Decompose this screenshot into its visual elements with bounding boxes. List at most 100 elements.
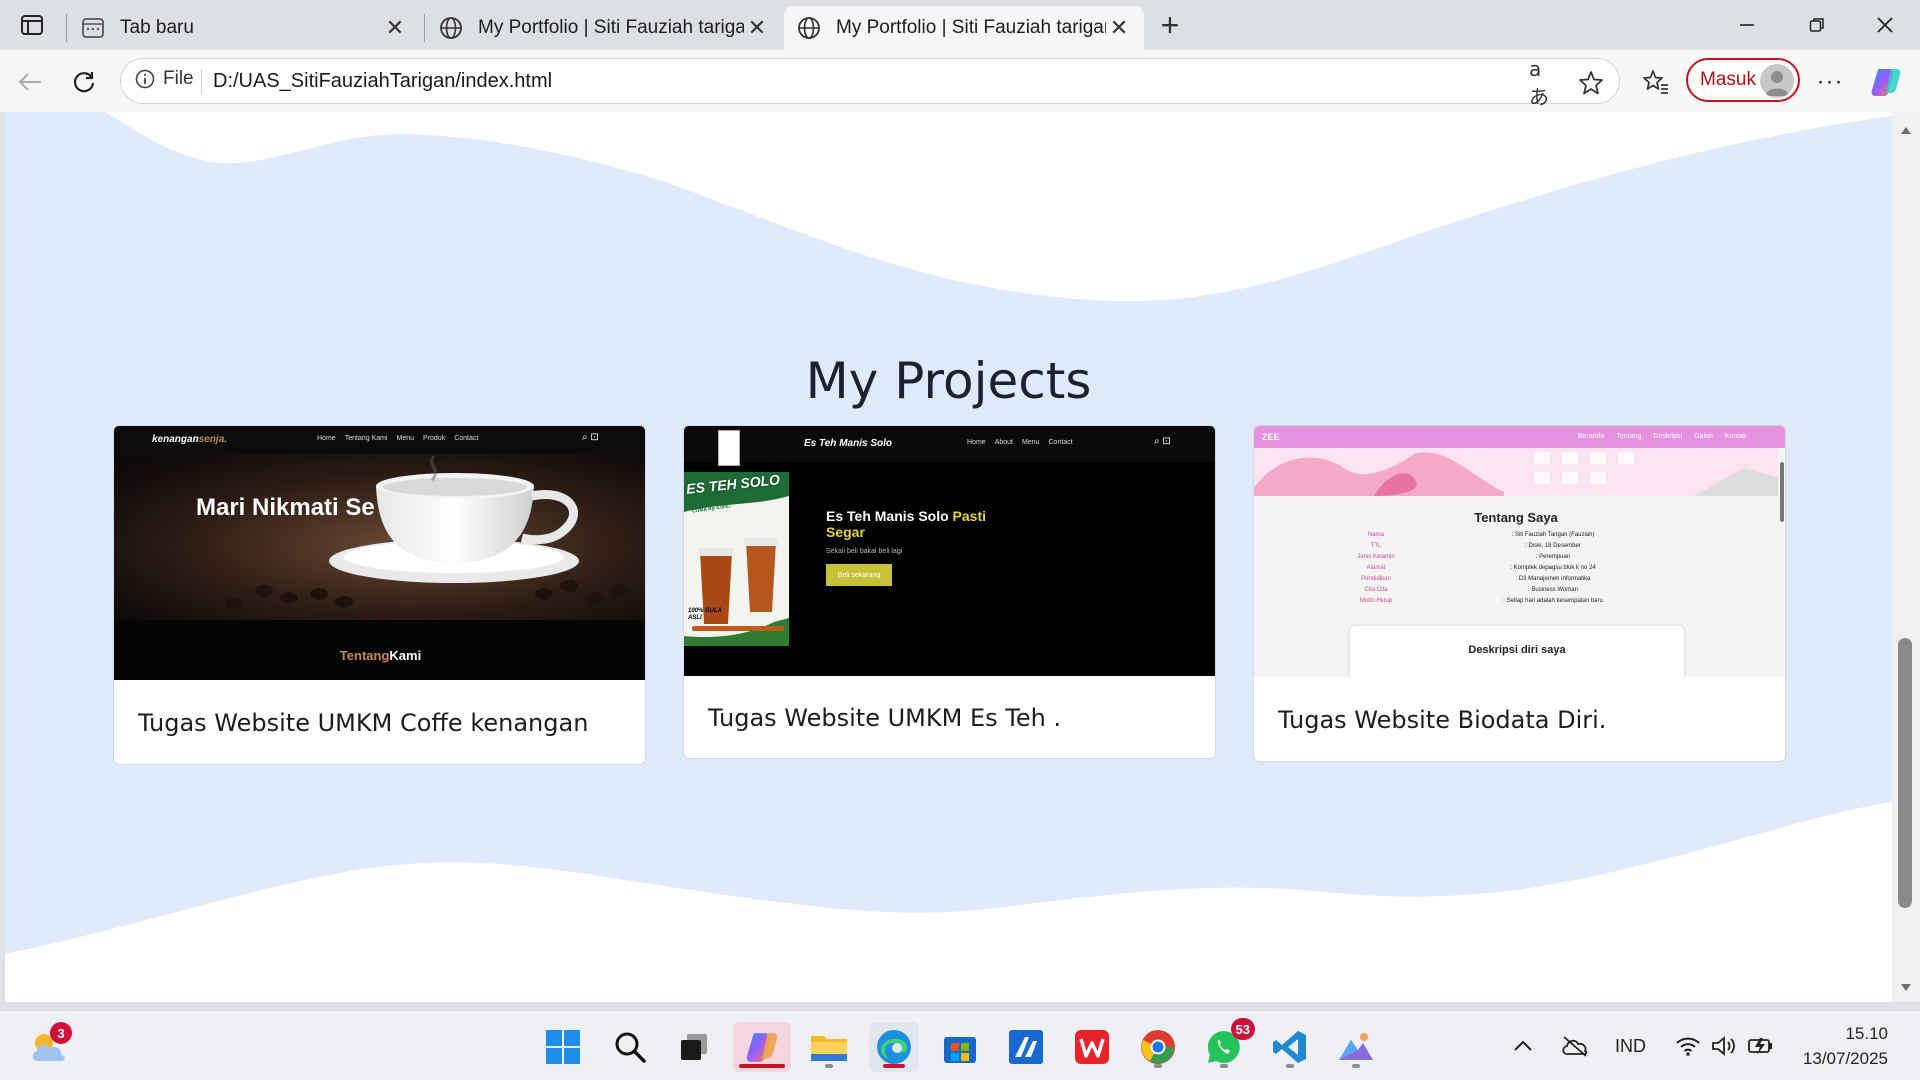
weather-badge: 3 [50, 1022, 72, 1044]
refresh-button[interactable] [64, 62, 104, 102]
clock[interactable]: 15.10 13/07/2025 [1803, 1021, 1888, 1071]
project-card-coffee[interactable]: kenangansenja. Home Tentang Kami Menu Produ… [113, 425, 646, 765]
globe-icon [796, 15, 822, 41]
start-button[interactable] [538, 1022, 588, 1072]
globe-icon [438, 15, 464, 41]
section-title: My Projects [805, 352, 1092, 410]
restore-icon [1809, 18, 1824, 32]
plus-icon: + [1160, 6, 1180, 43]
copilot-app-button[interactable] [733, 1022, 791, 1072]
chrome-icon [1141, 1030, 1175, 1064]
minimize-button[interactable] [1714, 0, 1780, 50]
scroll-up-icon[interactable] [1892, 120, 1920, 140]
battery-button[interactable] [1747, 1011, 1775, 1080]
running-indicator [1352, 1064, 1360, 1068]
read-aloud-button[interactable]: aあ [1529, 57, 1557, 109]
site-info-button[interactable]: File [135, 68, 194, 90]
assignment-app-icon [1009, 1030, 1043, 1064]
address-bar[interactable]: File D:/UAS_SitiFauziahTarigan/index.htm… [120, 57, 1620, 109]
network-button[interactable] [1675, 1011, 1701, 1080]
tab-actions-button[interactable] [12, 8, 52, 42]
copilot-app-icon [746, 1033, 778, 1062]
chrome-button[interactable] [1133, 1022, 1183, 1072]
show-hidden-icons-button[interactable] [1512, 1011, 1534, 1080]
favorite-button[interactable] [1577, 69, 1605, 97]
scrollbar-thumb[interactable] [1898, 638, 1912, 908]
poster-note: 100% GULA ASLI [688, 608, 722, 621]
input-language-button[interactable]: IND [1615, 1011, 1646, 1080]
close-tab-icon[interactable]: ✕ [382, 15, 408, 41]
signin-label: Masuk [1700, 69, 1756, 90]
restore-button[interactable] [1784, 0, 1850, 50]
project-caption: Tugas Website UMKM Coffe kenangan senja. [138, 709, 589, 737]
profile-signin-button[interactable]: Masuk [1686, 58, 1800, 102]
vscode-button[interactable] [1265, 1022, 1315, 1072]
photos-button[interactable] [1331, 1022, 1381, 1072]
edge-button[interactable] [869, 1022, 919, 1072]
scroll-down-icon[interactable] [1892, 978, 1920, 998]
avatar-icon [1760, 64, 1794, 98]
wps-icon [1075, 1030, 1109, 1064]
preview-heading: Tentang Saya [1474, 510, 1558, 525]
search-cart-icons: ⌕ ⊡ [1154, 436, 1171, 447]
tab-portfolio-1[interactable]: My Portfolio | Siti Fauziah tarigan ✕ [426, 6, 782, 50]
windows-taskbar: 3 53 IND 15.10 13/07/2025 [0, 1010, 1920, 1080]
vscode-icon [1273, 1031, 1306, 1063]
project-card-esteh[interactable]: Es Teh Manis Solo Home About Menu Contact ⌕… [683, 425, 1216, 759]
chevron-up-icon [1514, 1040, 1532, 1051]
settings-more-button[interactable]: ··· [1810, 62, 1850, 102]
star-icon [1579, 71, 1603, 95]
close-tab-icon[interactable]: ✕ [744, 15, 770, 41]
preview-values: : Siti Fauziah Tarigan (Fauziah): Diski,… [1503, 532, 1603, 604]
weather-widget[interactable]: 3 [24, 1022, 74, 1072]
file-explorer-button[interactable] [804, 1022, 854, 1072]
minimize-icon [1740, 24, 1754, 26]
wifi-icon [1676, 1037, 1700, 1056]
search-button[interactable] [605, 1022, 655, 1072]
page-viewport: My Projects kenangansenja. Home Tentang … [5, 112, 1892, 1002]
copilot-button[interactable] [1866, 62, 1906, 102]
preview-card-title: Deskripsi diri saya [1468, 644, 1566, 656]
preview-footer-text: TentangKami [339, 648, 422, 663]
project-preview-coffee[interactable]: kenangansenja. Home Tentang Kami Menu Produ… [114, 426, 645, 680]
task-view-button[interactable] [669, 1022, 719, 1072]
preview-brand: ZEE [1262, 432, 1280, 442]
project-preview-esteh[interactable]: Es Teh Manis Solo Home About Menu Contact ⌕… [684, 426, 1215, 676]
tab-new-tab[interactable]: Tab baru ✕ [68, 6, 420, 50]
active-indicator [739, 1064, 785, 1068]
whatsapp-button[interactable]: 53 [1199, 1018, 1255, 1072]
onedrive-button[interactable] [1560, 1011, 1590, 1080]
running-indicator [1220, 1064, 1228, 1068]
assignment-app-button[interactable] [1001, 1022, 1051, 1072]
running-indicator [1154, 1064, 1162, 1068]
wps-office-button[interactable] [1067, 1022, 1117, 1072]
preview-hero-text: Es Teh Manis Solo Pasti Segar [826, 508, 987, 540]
store-button[interactable] [935, 1022, 985, 1072]
new-tab-icon [80, 15, 106, 41]
project-card-biodata[interactable]: ZEE Beranda Tentang Deskripsi Galeri Kontak … [1253, 425, 1786, 762]
preview-navbar [684, 426, 1215, 462]
refresh-icon [73, 72, 95, 93]
close-window-button[interactable] [1852, 0, 1918, 50]
tab-portfolio-active[interactable]: My Portfolio | Siti Fauziah tarigan ✕ [784, 6, 1144, 50]
back-button[interactable] [10, 62, 50, 102]
volume-button[interactable] [1711, 1011, 1737, 1080]
folder-icon [811, 1036, 847, 1061]
favorites-button[interactable] [1636, 62, 1676, 102]
project-preview-biodata[interactable]: ZEE Beranda Tentang Deskripsi Galeri Kontak … [1254, 426, 1785, 677]
vertical-scrollbar[interactable] [1892, 112, 1920, 1002]
close-tab-icon[interactable]: ✕ [1106, 15, 1132, 41]
browser-toolbar: File D:/UAS_SitiFauziahTarigan/index.htm… [0, 50, 1920, 112]
preview-nav: Home About Menu Contact [967, 439, 1073, 446]
browser-title-bar: Tab baru ✕ My Portfolio | Siti Fauziah t… [0, 0, 1920, 50]
new-tab-button[interactable]: + [1150, 6, 1190, 43]
photos-icon [1339, 1033, 1373, 1060]
tab-separator [424, 14, 425, 42]
preview-nav: Beranda Tentang Deskripsi Galeri Kontak [1578, 433, 1747, 440]
whatsapp-badge: 53 [1230, 1018, 1255, 1040]
copilot-icon [1871, 69, 1901, 96]
url-text[interactable]: D:/UAS_SitiFauziahTarigan/index.html [213, 70, 552, 93]
running-indicator [825, 1064, 833, 1068]
more-icon: ··· [1816, 68, 1844, 95]
battery-charging-icon [1748, 1038, 1772, 1055]
